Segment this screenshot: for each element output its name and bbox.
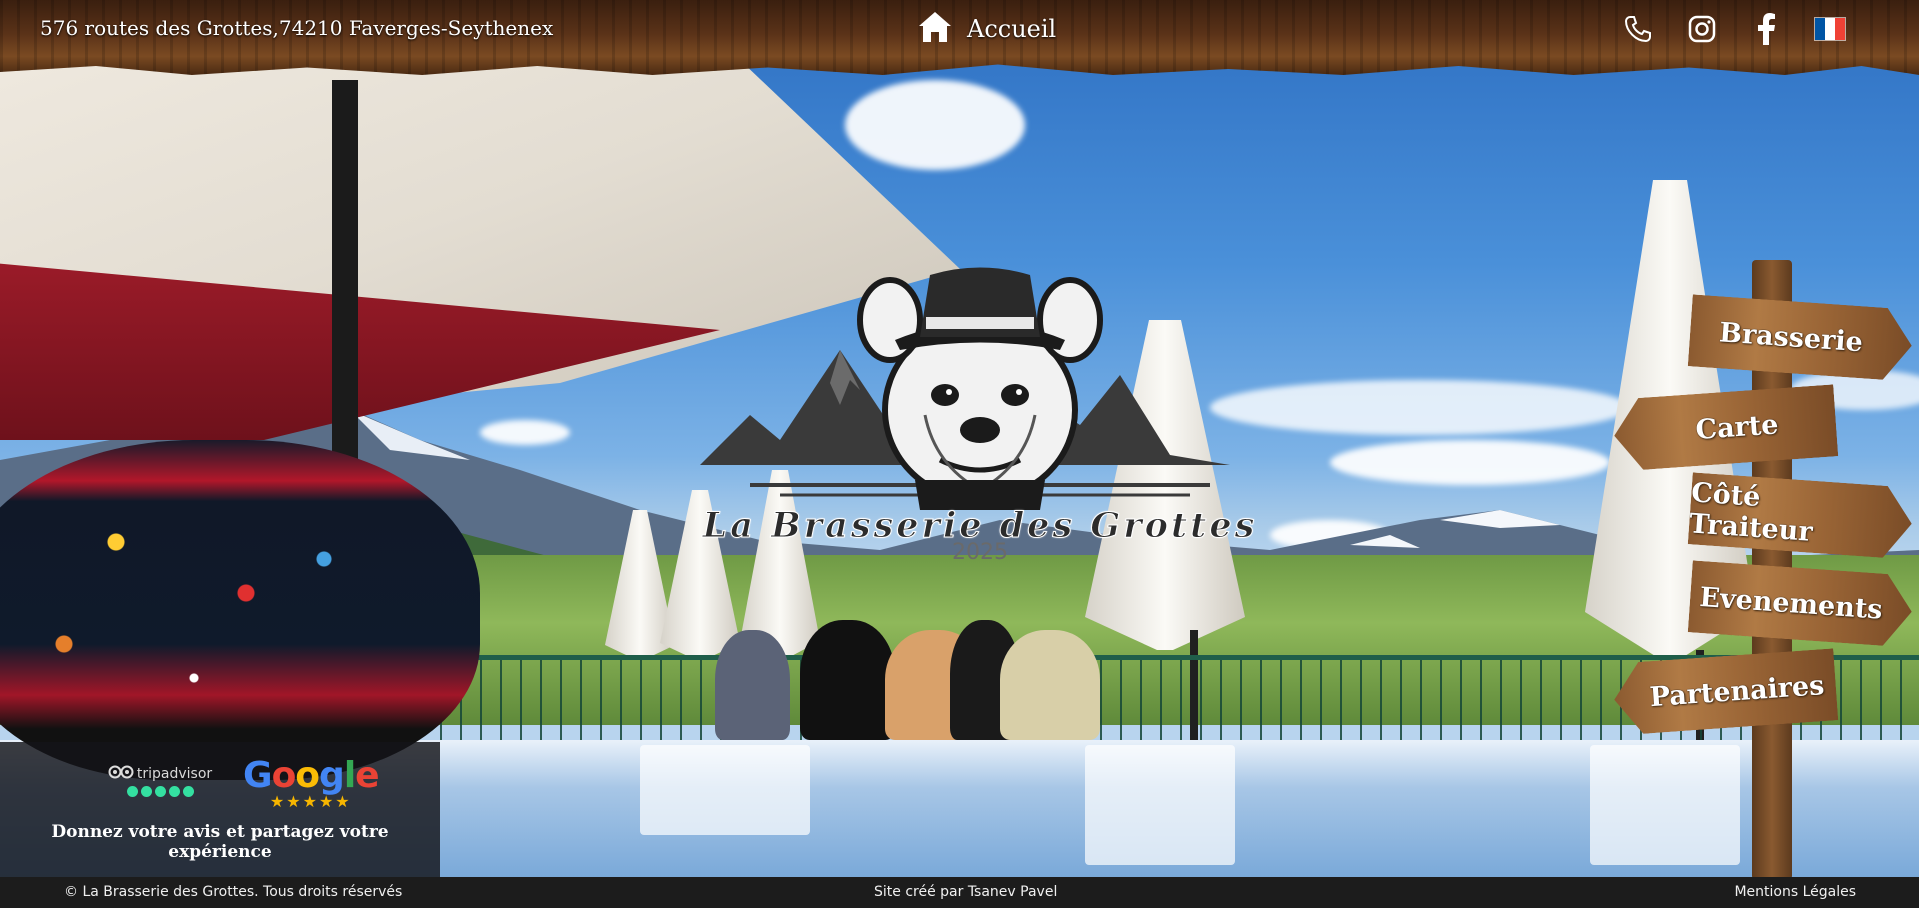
google-logo: Google xyxy=(243,755,380,796)
guest xyxy=(800,620,895,740)
footer: © La Brasserie des Grottes. Tous droits … xyxy=(0,877,1919,908)
footer-copyright: © La Brasserie des Grottes. Tous droits … xyxy=(64,884,403,900)
home-label: Accueil xyxy=(967,15,1057,43)
painted-vase xyxy=(0,440,480,780)
tripadvisor-rating xyxy=(105,786,215,797)
review-cta: Donnez votre avis et partagez votre expé… xyxy=(51,822,389,862)
tripadvisor-label: tripadvisor xyxy=(136,766,213,782)
home-link[interactable]: Accueil xyxy=(917,10,1056,48)
header-icons xyxy=(1621,12,1847,46)
google-reviews-link[interactable]: Google ★★★★★ xyxy=(243,755,380,811)
logo-year: 2025 xyxy=(952,540,1008,565)
guest xyxy=(715,630,790,740)
tripadvisor-owl-icon xyxy=(108,765,134,783)
footer-credit: Site créé par Tsanev Pavel xyxy=(874,884,1058,900)
instagram-icon[interactable] xyxy=(1685,12,1719,46)
home-icon xyxy=(917,10,953,48)
address-text: 576 routes des Grottes,74210 Faverges-Se… xyxy=(40,16,554,40)
guest xyxy=(1000,630,1100,740)
parasol-pole xyxy=(332,80,358,500)
footer-legal-link[interactable]: Mentions Légales xyxy=(1734,884,1856,900)
parasol-reflection xyxy=(640,745,810,835)
french-flag-icon[interactable] xyxy=(1813,12,1847,46)
cloud xyxy=(845,80,1025,170)
parasol-reflection xyxy=(1590,745,1740,865)
facebook-icon[interactable] xyxy=(1749,12,1783,46)
phone-icon[interactable] xyxy=(1621,12,1655,46)
tripadvisor-link[interactable]: tripadvisor xyxy=(105,765,215,797)
parasol-reflection xyxy=(1085,745,1235,865)
